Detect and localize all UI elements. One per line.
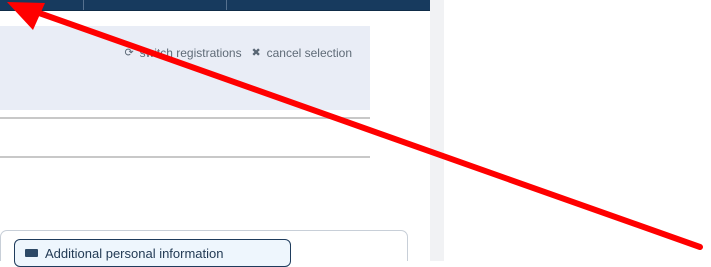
refresh-icon: ⟳ bbox=[124, 46, 134, 59]
right-background bbox=[430, 0, 711, 261]
section-divider bbox=[0, 156, 370, 158]
selection-actions: ⟳ switch registrations ✖ cancel selectio… bbox=[124, 46, 352, 60]
nav-divider bbox=[226, 0, 227, 10]
nav-divider bbox=[83, 0, 84, 10]
section-divider bbox=[0, 117, 370, 119]
top-navigation-bar bbox=[0, 0, 444, 11]
switch-registrations-button[interactable]: ⟳ switch registrations bbox=[124, 46, 242, 60]
additional-personal-information-button[interactable]: Additional personal information bbox=[14, 239, 291, 267]
switch-registrations-label: switch registrations bbox=[139, 46, 242, 60]
right-side-strip bbox=[430, 0, 444, 261]
additional-personal-information-label: Additional personal information bbox=[45, 246, 224, 261]
card-icon bbox=[25, 249, 38, 257]
close-icon: ✖ bbox=[251, 46, 261, 59]
registration-form: Additional personal information bbox=[0, 230, 408, 267]
cancel-selection-button[interactable]: ✖ cancel selection bbox=[251, 46, 353, 60]
selection-panel: ⟳ switch registrations ✖ cancel selectio… bbox=[0, 26, 370, 110]
cancel-selection-label: cancel selection bbox=[266, 46, 352, 60]
main-content: ⟳ switch registrations ✖ cancel selectio… bbox=[0, 0, 444, 267]
